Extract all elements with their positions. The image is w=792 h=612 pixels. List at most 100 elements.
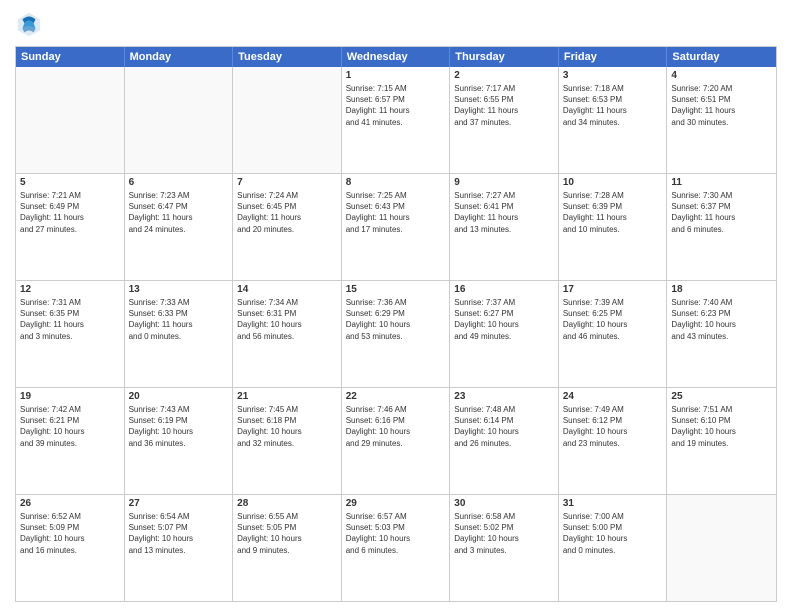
day-number: 21 [237, 391, 337, 402]
day-number: 1 [346, 70, 446, 81]
day-number: 17 [563, 284, 663, 295]
day-number: 23 [454, 391, 554, 402]
cell-info: Sunrise: 7:51 AM Sunset: 6:10 PM Dayligh… [671, 404, 772, 449]
day-number: 2 [454, 70, 554, 81]
header-day-tuesday: Tuesday [233, 47, 342, 67]
day-number: 30 [454, 498, 554, 509]
cal-row-3: 19 Sunrise: 7:42 AM Sunset: 6:21 PM Dayli… [16, 387, 776, 494]
cell-info: Sunrise: 7:45 AM Sunset: 6:18 PM Dayligh… [237, 404, 337, 449]
cal-cell [125, 67, 234, 173]
cell-info: Sunrise: 7:48 AM Sunset: 6:14 PM Dayligh… [454, 404, 554, 449]
cal-cell: 20 Sunrise: 7:43 AM Sunset: 6:19 PM Dayli… [125, 388, 234, 494]
cal-cell: 2Sunrise: 7:17 AM Sunset: 6:55 PM Daylig… [450, 67, 559, 173]
cal-cell: 7Sunrise: 7:24 AM Sunset: 6:45 PM Daylig… [233, 174, 342, 280]
cal-cell: 25 Sunrise: 7:51 AM Sunset: 6:10 PM Dayli… [667, 388, 776, 494]
cal-cell: 31 Sunrise: 7:00 AM Sunset: 5:00 PM Dayli… [559, 495, 668, 601]
day-number: 6 [129, 177, 229, 188]
cell-info: Sunrise: 7:20 AM Sunset: 6:51 PM Dayligh… [671, 83, 772, 128]
day-number: 9 [454, 177, 554, 188]
cell-info: Sunrise: 7:43 AM Sunset: 6:19 PM Dayligh… [129, 404, 229, 449]
cal-cell: 15 Sunrise: 7:36 AM Sunset: 6:29 PM Dayli… [342, 281, 451, 387]
day-number: 24 [563, 391, 663, 402]
header [15, 10, 777, 38]
cal-cell: 16 Sunrise: 7:37 AM Sunset: 6:27 PM Dayli… [450, 281, 559, 387]
header-day-wednesday: Wednesday [342, 47, 451, 67]
cell-info: Sunrise: 7:34 AM Sunset: 6:31 PM Dayligh… [237, 297, 337, 342]
day-number: 31 [563, 498, 663, 509]
day-number: 13 [129, 284, 229, 295]
header-day-monday: Monday [125, 47, 234, 67]
day-number: 26 [20, 498, 120, 509]
calendar-body: 1 Sunrise: 7:15 AM Sunset: 6:57 PM Daylig… [16, 67, 776, 601]
cell-info: Sunrise: 7:15 AM Sunset: 6:57 PM Dayligh… [346, 83, 446, 128]
header-day-friday: Friday [559, 47, 668, 67]
cell-info: Sunrise: 6:58 AM Sunset: 5:02 PM Dayligh… [454, 511, 554, 556]
cell-info: Sunrise: 7:23 AM Sunset: 6:47 PM Dayligh… [129, 190, 229, 235]
cell-info: Sunrise: 7:42 AM Sunset: 6:21 PM Dayligh… [20, 404, 120, 449]
cell-info: Sunrise: 7:31 AM Sunset: 6:35 PM Dayligh… [20, 297, 120, 342]
cal-cell: 23 Sunrise: 7:48 AM Sunset: 6:14 PM Dayli… [450, 388, 559, 494]
header-day-sunday: Sunday [16, 47, 125, 67]
cell-info: Sunrise: 7:21 AM Sunset: 6:49 PM Dayligh… [20, 190, 120, 235]
cell-info: Sunrise: 7:24 AM Sunset: 6:45 PM Dayligh… [237, 190, 337, 235]
cal-cell: 21 Sunrise: 7:45 AM Sunset: 6:18 PM Dayli… [233, 388, 342, 494]
cal-cell: 1 Sunrise: 7:15 AM Sunset: 6:57 PM Daylig… [342, 67, 451, 173]
page: SundayMondayTuesdayWednesdayThursdayFrid… [0, 0, 792, 612]
cal-cell: 27 Sunrise: 6:54 AM Sunset: 5:07 PM Dayli… [125, 495, 234, 601]
day-number: 19 [20, 391, 120, 402]
cal-row-4: 26 Sunrise: 6:52 AM Sunset: 5:09 PM Dayli… [16, 494, 776, 601]
cell-info: Sunrise: 7:33 AM Sunset: 6:33 PM Dayligh… [129, 297, 229, 342]
cell-info: Sunrise: 6:57 AM Sunset: 5:03 PM Dayligh… [346, 511, 446, 556]
cal-cell: 11Sunrise: 7:30 AM Sunset: 6:37 PM Dayli… [667, 174, 776, 280]
cell-info: Sunrise: 7:00 AM Sunset: 5:00 PM Dayligh… [563, 511, 663, 556]
cal-cell: 8Sunrise: 7:25 AM Sunset: 6:43 PM Daylig… [342, 174, 451, 280]
day-number: 3 [563, 70, 663, 81]
cal-cell: 14 Sunrise: 7:34 AM Sunset: 6:31 PM Dayli… [233, 281, 342, 387]
cal-cell [667, 495, 776, 601]
cal-cell [233, 67, 342, 173]
cal-row-2: 12 Sunrise: 7:31 AM Sunset: 6:35 PM Dayli… [16, 280, 776, 387]
cal-cell: 18 Sunrise: 7:40 AM Sunset: 6:23 PM Dayli… [667, 281, 776, 387]
day-number: 20 [129, 391, 229, 402]
day-number: 22 [346, 391, 446, 402]
cal-cell: 30 Sunrise: 6:58 AM Sunset: 5:02 PM Dayli… [450, 495, 559, 601]
cal-cell: 29 Sunrise: 6:57 AM Sunset: 5:03 PM Dayli… [342, 495, 451, 601]
cal-cell: 12 Sunrise: 7:31 AM Sunset: 6:35 PM Dayli… [16, 281, 125, 387]
cell-info: Sunrise: 6:54 AM Sunset: 5:07 PM Dayligh… [129, 511, 229, 556]
day-number: 4 [671, 70, 772, 81]
day-number: 28 [237, 498, 337, 509]
cal-cell: 6 Sunrise: 7:23 AM Sunset: 6:47 PM Daylig… [125, 174, 234, 280]
cal-row-0: 1 Sunrise: 7:15 AM Sunset: 6:57 PM Daylig… [16, 67, 776, 173]
day-number: 25 [671, 391, 772, 402]
cell-info: Sunrise: 6:55 AM Sunset: 5:05 PM Dayligh… [237, 511, 337, 556]
cal-cell [16, 67, 125, 173]
cell-info: Sunrise: 7:27 AM Sunset: 6:41 PM Dayligh… [454, 190, 554, 235]
day-number: 10 [563, 177, 663, 188]
cal-row-1: 5 Sunrise: 7:21 AM Sunset: 6:49 PM Daylig… [16, 173, 776, 280]
day-number: 18 [671, 284, 772, 295]
day-number: 14 [237, 284, 337, 295]
header-day-thursday: Thursday [450, 47, 559, 67]
cell-info: Sunrise: 7:28 AM Sunset: 6:39 PM Dayligh… [563, 190, 663, 235]
calendar: SundayMondayTuesdayWednesdayThursdayFrid… [15, 46, 777, 602]
cell-info: Sunrise: 7:49 AM Sunset: 6:12 PM Dayligh… [563, 404, 663, 449]
day-number: 15 [346, 284, 446, 295]
cal-cell: 4 Sunrise: 7:20 AM Sunset: 6:51 PM Daylig… [667, 67, 776, 173]
day-number: 27 [129, 498, 229, 509]
cell-info: Sunrise: 7:46 AM Sunset: 6:16 PM Dayligh… [346, 404, 446, 449]
cal-cell: 9 Sunrise: 7:27 AM Sunset: 6:41 PM Daylig… [450, 174, 559, 280]
cal-cell: 5 Sunrise: 7:21 AM Sunset: 6:49 PM Daylig… [16, 174, 125, 280]
day-number: 11 [671, 177, 772, 188]
cell-info: Sunrise: 7:37 AM Sunset: 6:27 PM Dayligh… [454, 297, 554, 342]
day-number: 12 [20, 284, 120, 295]
day-number: 29 [346, 498, 446, 509]
day-number: 5 [20, 177, 120, 188]
calendar-header: SundayMondayTuesdayWednesdayThursdayFrid… [16, 47, 776, 67]
cell-info: Sunrise: 6:52 AM Sunset: 5:09 PM Dayligh… [20, 511, 120, 556]
logo-icon [15, 10, 43, 38]
cell-info: Sunrise: 7:36 AM Sunset: 6:29 PM Dayligh… [346, 297, 446, 342]
day-number: 16 [454, 284, 554, 295]
header-day-saturday: Saturday [667, 47, 776, 67]
cell-info: Sunrise: 7:40 AM Sunset: 6:23 PM Dayligh… [671, 297, 772, 342]
logo [15, 10, 47, 38]
